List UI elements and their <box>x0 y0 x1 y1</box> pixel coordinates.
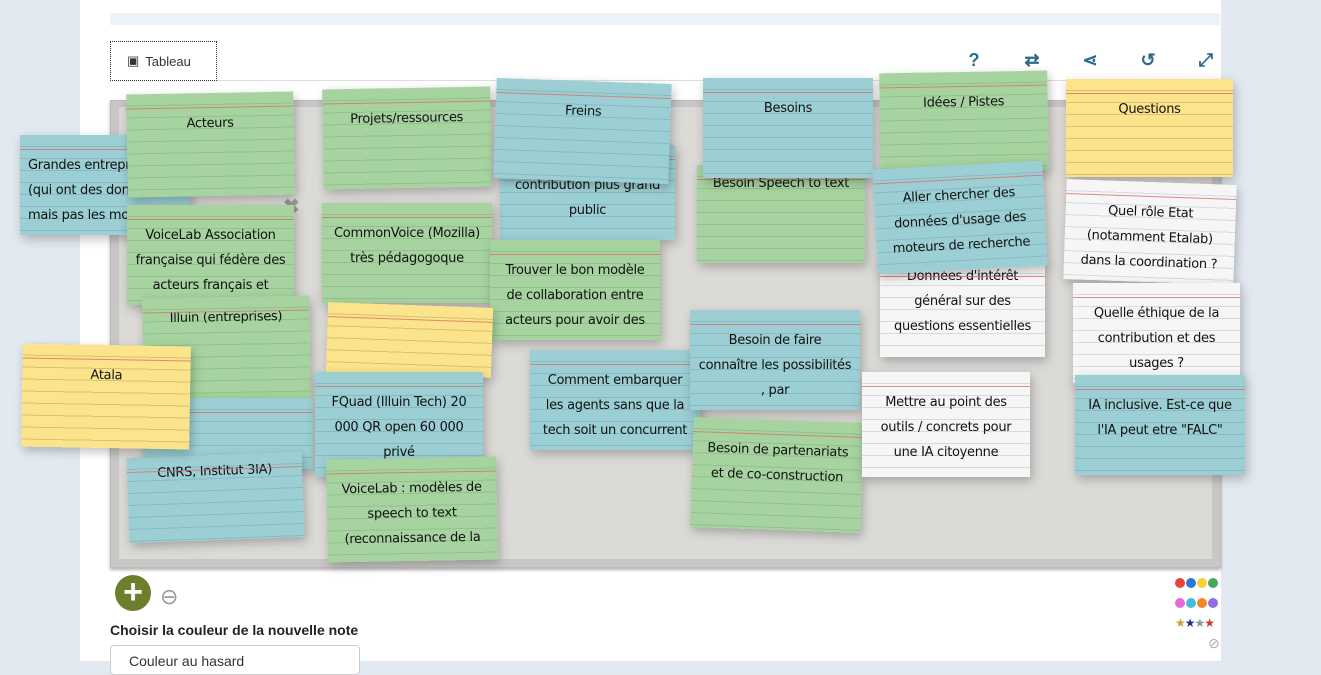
star-filter-icon[interactable]: ★ <box>1195 616 1206 630</box>
board-icon: ▣ <box>127 53 140 68</box>
sticky-note[interactable]: Quel rôle Etat (notamment Etalab) dans l… <box>1063 179 1237 285</box>
star-filter-icon[interactable]: ★ <box>1204 616 1215 630</box>
color-filter-dot[interactable] <box>1186 578 1196 588</box>
color-filter-row-2 <box>1175 598 1218 608</box>
color-filter-dot[interactable] <box>1208 598 1218 608</box>
top-bar <box>110 13 1220 25</box>
color-filter-dot[interactable] <box>1208 578 1218 588</box>
sticky-note[interactable]: Trouver le bon modèle de collaboration e… <box>490 240 660 340</box>
tab-label: Tableau <box>145 53 191 69</box>
color-filter-dot[interactable] <box>1197 578 1207 588</box>
history-icon[interactable]: ↺ <box>1119 50 1177 71</box>
sticky-note[interactable]: Idées / Pistes <box>879 70 1049 174</box>
sticky-note[interactable]: Besoin Speech to text <box>697 165 865 263</box>
share-icon[interactable]: ⋖ <box>1061 50 1119 71</box>
color-label: Choisir la couleur de la nouvelle note <box>110 622 359 638</box>
zoom-out-icon[interactable]: ⊖ <box>160 584 178 610</box>
sticky-note[interactable]: Besoin de partenariats et de co-construc… <box>690 417 864 533</box>
swap-icon[interactable]: ⇄ <box>1003 50 1061 71</box>
no-filter-icon[interactable]: ⊘ <box>1208 635 1220 652</box>
sticky-note[interactable]: Atala <box>21 343 191 450</box>
color-filter-dot[interactable] <box>1175 598 1185 608</box>
sticky-note[interactable] <box>325 302 494 378</box>
sticky-note[interactable]: CommonVoice (Mozilla) très pédagogoque <box>322 203 492 303</box>
sticky-note[interactable]: CNRS, Institut 3IA) <box>126 451 305 544</box>
sticky-note[interactable]: Acteurs <box>126 91 295 198</box>
sticky-note[interactable]: Aller chercher des données d'usage des m… <box>872 160 1048 275</box>
star-filter-icon[interactable]: ★ <box>1175 616 1186 630</box>
sticky-note[interactable]: Mettre au point des outils / concrets po… <box>862 372 1030 477</box>
sticky-note[interactable]: Besoin de faire connaître les possibilit… <box>690 310 860 410</box>
sticky-note[interactable]: VoiceLab : modèles de speech to text (re… <box>326 456 498 563</box>
color-filter-dot[interactable] <box>1175 578 1185 588</box>
color-filter-row-1 <box>1175 578 1218 588</box>
sticky-note[interactable]: IA inclusive. Est-ce que l'IA peut etre … <box>1075 375 1245 475</box>
color-select[interactable]: Couleur au hasard <box>110 645 360 675</box>
star-filter-icon[interactable]: ★ <box>1185 616 1196 630</box>
color-filter-dot[interactable] <box>1197 598 1207 608</box>
add-note-button[interactable]: + <box>115 575 151 611</box>
sticky-note[interactable]: Quelle éthique de la contribution et des… <box>1073 283 1240 383</box>
sticky-note[interactable]: Questions <box>1066 79 1233 177</box>
sticky-note[interactable]: Comment embarquer les agents sans que la… <box>530 350 700 450</box>
tab-divider <box>110 80 1220 81</box>
sticky-note[interactable]: Freins <box>493 77 672 185</box>
sticky-note[interactable]: Données d'intérêt général sur des questi… <box>880 262 1045 357</box>
tab-tableau[interactable]: ▣ Tableau <box>110 41 217 81</box>
sticky-note[interactable]: VoiceLab Association française qui fédèr… <box>127 205 294 305</box>
toolbar: ? ⇄ ⋖ ↺ ⤢ <box>945 50 1235 71</box>
sticky-note[interactable]: Besoins <box>703 78 873 178</box>
star-filters: ★★★★ <box>1175 616 1215 630</box>
help-icon[interactable]: ? <box>945 50 1003 71</box>
color-filter-dot[interactable] <box>1186 598 1196 608</box>
sticky-note[interactable]: Projets/ressources <box>322 86 492 190</box>
fullscreen-icon[interactable]: ⤢ <box>1177 50 1235 71</box>
